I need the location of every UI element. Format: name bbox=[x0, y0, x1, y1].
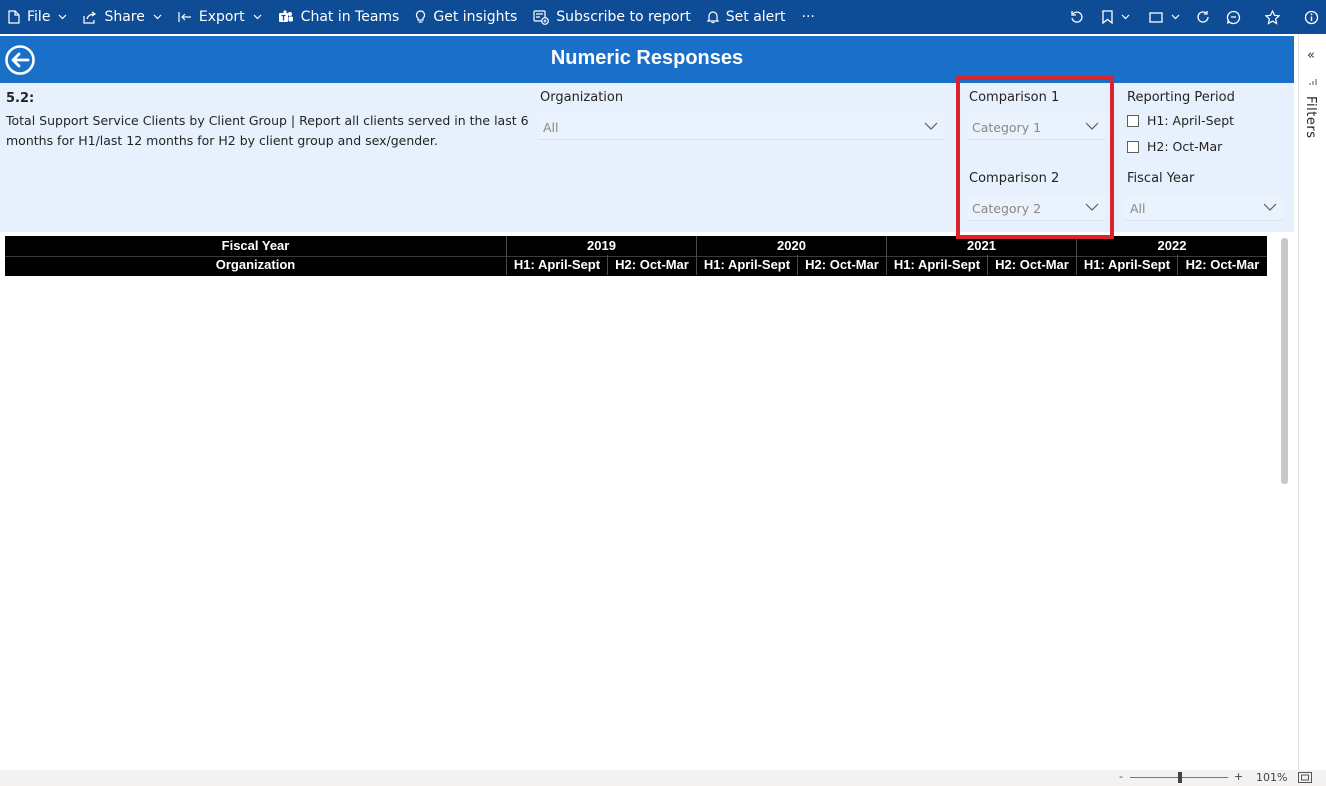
fiscal-year-dropdown-value: All bbox=[1130, 201, 1146, 216]
organization-dropdown-value: All bbox=[543, 120, 559, 135]
title-bar: Numeric Responses bbox=[0, 36, 1294, 83]
info-icon bbox=[1304, 10, 1318, 24]
set-alert-button[interactable]: Set alert bbox=[699, 0, 794, 34]
bookmark-icon bbox=[1102, 10, 1113, 24]
filters-label[interactable]: Filters bbox=[1303, 96, 1318, 138]
comments-button[interactable] bbox=[1218, 0, 1248, 34]
reporting-period-slicer-label: Reporting Period bbox=[1127, 90, 1235, 105]
chevron-down-icon bbox=[59, 14, 67, 20]
comparison1-slicer-label: Comparison 1 bbox=[969, 90, 1060, 105]
chevron-down-icon bbox=[1171, 14, 1179, 20]
page-title: Numeric Responses bbox=[550, 47, 744, 69]
export-icon bbox=[178, 12, 191, 22]
back-arrow-icon[interactable] bbox=[4, 44, 36, 76]
chevron-down-icon bbox=[924, 122, 938, 130]
teams-icon bbox=[278, 10, 293, 22]
matrix-period-header[interactable]: H2: Oct-Mar bbox=[1177, 255, 1267, 275]
matrix-year-header[interactable]: 2019 bbox=[506, 236, 696, 256]
document-icon bbox=[8, 10, 20, 24]
favorite-button[interactable] bbox=[1248, 0, 1296, 34]
comparison2-slicer-label: Comparison 2 bbox=[969, 171, 1060, 186]
matrix-vertical-scrollbar[interactable] bbox=[1281, 238, 1288, 484]
chevron-down-icon bbox=[1085, 122, 1099, 130]
zoom-slider-thumb[interactable] bbox=[1178, 772, 1182, 783]
status-bar: - + 101% bbox=[0, 770, 1326, 786]
zoom-in-button[interactable]: + bbox=[1234, 770, 1243, 783]
star-icon bbox=[1264, 9, 1280, 25]
bell-icon bbox=[706, 11, 719, 24]
subscribe-button[interactable]: Subscribe to report bbox=[525, 0, 699, 34]
matrix-period-header[interactable]: H1: April-Sept bbox=[696, 255, 797, 275]
zoom-level: 101% bbox=[1256, 771, 1288, 784]
comparison2-dropdown-value: Category 2 bbox=[972, 201, 1042, 216]
get-insights-label: Get insights bbox=[433, 9, 518, 25]
chevron-down-icon bbox=[1121, 14, 1130, 20]
matrix-year-header[interactable]: 2022 bbox=[1076, 236, 1267, 256]
refresh-button[interactable] bbox=[1188, 0, 1218, 34]
matrix-row-header-fiscal-year[interactable]: Fiscal Year bbox=[5, 236, 506, 256]
subscribe-icon bbox=[533, 9, 550, 25]
comparison1-dropdown[interactable]: Category 1 bbox=[967, 114, 1105, 140]
bookmark-menu[interactable] bbox=[1092, 0, 1140, 34]
checkbox[interactable] bbox=[1127, 114, 1139, 127]
get-insights-button[interactable]: Get insights bbox=[407, 0, 525, 34]
reporting-period-option-label: H1: April-Sept bbox=[1147, 113, 1235, 128]
comparison2-dropdown[interactable]: Category 2 bbox=[967, 195, 1105, 221]
chevron-down-icon bbox=[253, 14, 262, 20]
share-icon bbox=[83, 11, 97, 24]
organization-dropdown[interactable]: All bbox=[538, 114, 944, 140]
organization-slicer-label: Organization bbox=[540, 90, 624, 105]
share-label: Share bbox=[104, 9, 145, 25]
chevron-down-icon bbox=[1085, 203, 1099, 211]
more-options-label: ··· bbox=[801, 9, 815, 25]
lightbulb-icon bbox=[416, 10, 426, 23]
reporting-period-option-h1[interactable]: H1: April-Sept bbox=[1127, 113, 1234, 128]
reporting-period-option-label: H2: Oct-Mar bbox=[1147, 139, 1223, 154]
export-menu[interactable]: Export bbox=[170, 0, 270, 34]
question-description: Total Support Service Clients by Client … bbox=[6, 113, 529, 148]
filter-bars-icon bbox=[1309, 79, 1317, 85]
reporting-period-option-h2[interactable]: H2: Oct-Mar bbox=[1127, 139, 1222, 154]
matrix-period-header[interactable]: H1: April-Sept bbox=[1076, 255, 1177, 275]
toolbar-right-group bbox=[1062, 0, 1326, 34]
file-label: File bbox=[27, 9, 51, 25]
view-icon bbox=[1148, 11, 1163, 23]
matrix-row-header-organization[interactable]: Organization bbox=[5, 255, 506, 275]
export-label: Export bbox=[198, 9, 245, 25]
set-alert-label: Set alert bbox=[725, 9, 786, 25]
report-canvas: Numeric Responses 5.2: Total Support Ser… bbox=[0, 34, 1298, 770]
fit-to-page-icon[interactable] bbox=[1298, 772, 1312, 783]
filters-pane: « Filters bbox=[1298, 34, 1326, 770]
matrix-year-header[interactable]: 2020 bbox=[696, 236, 886, 256]
question-number: 5.2: bbox=[6, 91, 35, 106]
more-options-button[interactable]: ··· bbox=[794, 0, 823, 34]
matrix-visual: Fiscal Year Organization 2019 2020 2021 … bbox=[5, 236, 1267, 276]
view-menu[interactable] bbox=[1140, 0, 1188, 34]
undo-icon bbox=[1071, 11, 1083, 23]
matrix-period-header[interactable]: H1: April-Sept bbox=[886, 255, 987, 275]
matrix-period-header[interactable]: H1: April-Sept bbox=[506, 255, 607, 275]
refresh-icon bbox=[1197, 11, 1209, 23]
fiscal-year-slicer-label: Fiscal Year bbox=[1127, 171, 1195, 186]
checkbox[interactable] bbox=[1127, 140, 1139, 153]
file-menu[interactable]: File bbox=[0, 0, 75, 34]
matrix-period-header[interactable]: H2: Oct-Mar bbox=[987, 255, 1076, 275]
chat-in-teams-label: Chat in Teams bbox=[300, 9, 400, 25]
matrix-year-header[interactable]: 2021 bbox=[886, 236, 1076, 256]
info-button[interactable] bbox=[1296, 0, 1326, 34]
comparison1-dropdown-value: Category 1 bbox=[972, 120, 1042, 135]
zoom-out-button[interactable]: - bbox=[1119, 770, 1123, 783]
share-menu[interactable]: Share bbox=[75, 0, 169, 34]
matrix-period-header[interactable]: H2: Oct-Mar bbox=[607, 255, 696, 275]
comment-icon bbox=[1226, 10, 1240, 24]
top-toolbar: File Share Export Chat in Teams Get insi… bbox=[0, 0, 1326, 34]
matrix-period-header[interactable]: H2: Oct-Mar bbox=[797, 255, 886, 275]
chevron-down-icon bbox=[1263, 203, 1277, 211]
reset-button[interactable] bbox=[1062, 0, 1092, 34]
chat-in-teams-button[interactable]: Chat in Teams bbox=[270, 0, 408, 34]
subscribe-label: Subscribe to report bbox=[556, 9, 691, 25]
fiscal-year-dropdown[interactable]: All bbox=[1125, 195, 1283, 221]
expand-filters-icon[interactable]: « bbox=[1307, 48, 1315, 63]
chevron-down-icon bbox=[153, 14, 162, 20]
